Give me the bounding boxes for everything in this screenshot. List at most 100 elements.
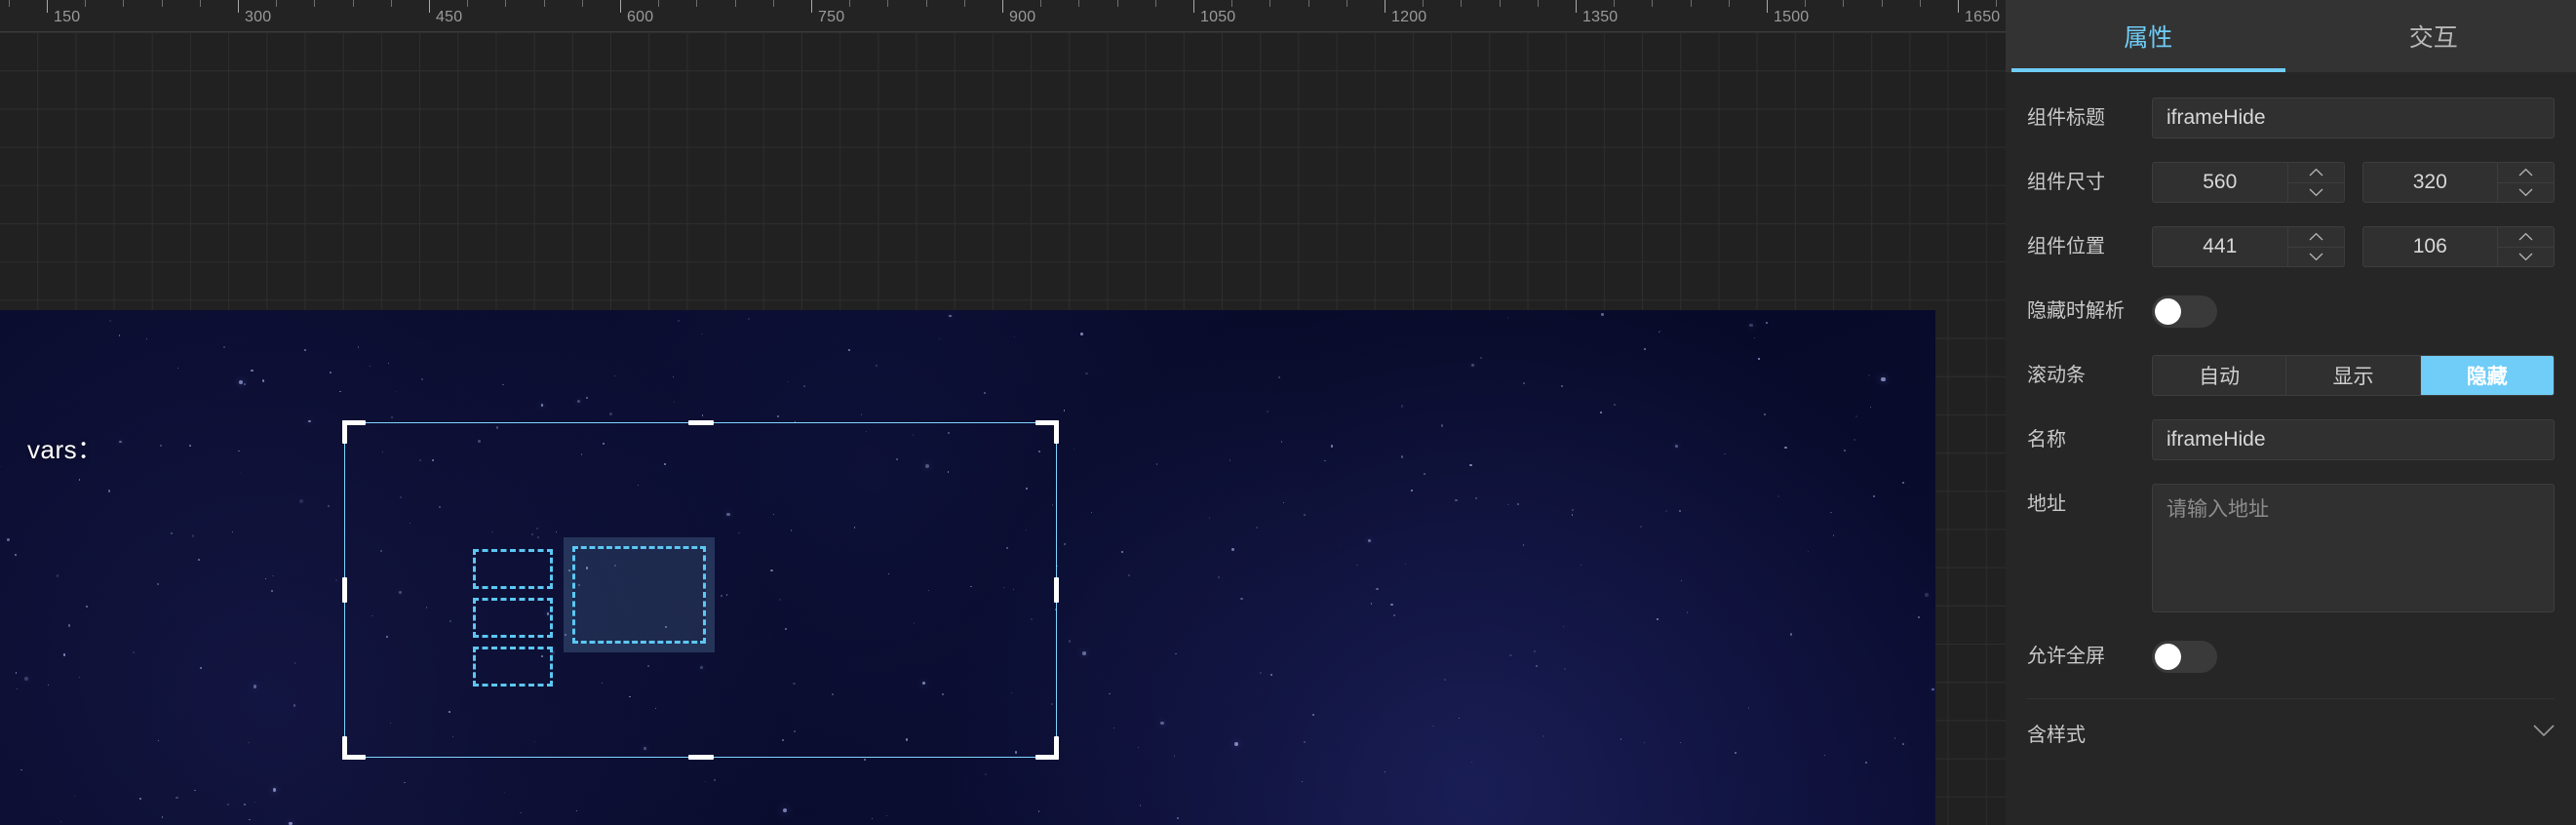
ruler-tick-major xyxy=(238,0,239,13)
ruler-tick-minor xyxy=(123,0,125,7)
property-list: 组件标题 iframeHide 组件尺寸 560 320 组件位置 441 10… xyxy=(2006,98,2576,747)
tab-properties[interactable]: 属性 xyxy=(2006,0,2291,72)
scrollbar-option-show[interactable]: 显示 xyxy=(2285,356,2419,395)
ruler-label: 1350 xyxy=(1582,9,1619,25)
resize-handle-w[interactable] xyxy=(342,577,347,603)
ruler-tick-minor xyxy=(1308,0,1309,7)
component-height-value[interactable]: 320 xyxy=(2363,163,2498,202)
ruler-label: 1200 xyxy=(1391,9,1427,25)
allow-fullscreen-toggle[interactable] xyxy=(2152,641,2217,673)
ruler-tick-minor xyxy=(734,0,736,7)
iframe-preview-dashed-border xyxy=(572,546,706,644)
property-panel: 属性 交互 组件标题 iframeHide 组件尺寸 560 320 组件位置 … xyxy=(2006,0,2576,825)
chevron-down-icon[interactable] xyxy=(2498,246,2554,267)
ruler-tick-minor xyxy=(658,0,660,7)
chevron-up-icon[interactable] xyxy=(2498,227,2554,247)
row-component-position: 组件位置 441 106 xyxy=(2027,226,2555,267)
chevron-down-icon[interactable] xyxy=(2287,181,2344,203)
component-width-value[interactable]: 560 xyxy=(2153,163,2287,202)
ruler-tick-major xyxy=(1385,0,1386,13)
row-parse-when-hidden: 隐藏时解析 xyxy=(2027,291,2555,332)
ruler-tick-minor xyxy=(1078,0,1080,7)
label-address: 地址 xyxy=(2027,493,2066,515)
ruler-tick-minor xyxy=(696,0,698,7)
ruler-label: 150 xyxy=(54,9,81,25)
ruler-tick-major xyxy=(47,0,48,13)
placeholder-block-1[interactable] xyxy=(473,549,553,589)
label-allow-fullscreen: 允许全屏 xyxy=(2027,646,2105,667)
label-component-position: 组件位置 xyxy=(2027,236,2105,257)
ruler-tick-minor xyxy=(963,0,965,7)
placeholder-block-3[interactable] xyxy=(473,647,553,687)
component-width-stepper[interactable]: 560 xyxy=(2152,162,2345,203)
chevron-up-icon[interactable] xyxy=(2498,163,2554,182)
row-with-style[interactable]: 含样式 xyxy=(2027,698,2555,747)
chevron-down-icon[interactable] xyxy=(2533,724,2555,742)
ruler-tick-major xyxy=(429,0,430,13)
resize-handle-e[interactable] xyxy=(1054,577,1059,603)
ruler-tick-major xyxy=(1002,0,1003,13)
iframe-preview-box[interactable] xyxy=(564,537,715,652)
ruler-tick-minor xyxy=(849,0,851,7)
name-input[interactable]: iframeHide xyxy=(2152,419,2555,460)
ruler-tick-minor xyxy=(85,0,87,7)
ruler-tick-minor xyxy=(1614,0,1616,7)
ruler-tick-minor xyxy=(1652,0,1654,7)
component-y-value[interactable]: 106 xyxy=(2363,227,2498,266)
canvas-grid[interactable]: vars： xyxy=(0,32,2006,825)
component-x-value[interactable]: 441 xyxy=(2153,227,2287,266)
resize-handle-se-h[interactable] xyxy=(1035,755,1059,760)
editor-area: 1503004506007509001050120013501500165018… xyxy=(0,0,2006,825)
label-scrollbar: 滚动条 xyxy=(2027,365,2086,386)
ruler-tick-minor xyxy=(390,0,392,7)
horizontal-ruler[interactable]: 1503004506007509001050120013501500165018… xyxy=(0,0,2006,32)
vars-label: vars： xyxy=(27,435,103,464)
scrollbar-segmented-control: 自动 显示 隐藏 xyxy=(2152,355,2555,396)
component-y-arrows xyxy=(2497,227,2554,266)
resize-handle-ne-h[interactable] xyxy=(1035,420,1059,425)
chevron-up-icon[interactable] xyxy=(2288,163,2344,182)
resize-handle-sw-h[interactable] xyxy=(342,755,366,760)
tab-properties-label: 属性 xyxy=(2124,24,2173,52)
ruler-tick-major xyxy=(1576,0,1577,13)
ruler-tick-minor xyxy=(1461,0,1463,7)
address-textarea[interactable]: 请输入地址 xyxy=(2152,484,2555,612)
scrollbar-option-auto[interactable]: 自动 xyxy=(2153,356,2285,395)
resize-handle-n[interactable] xyxy=(687,420,714,425)
ruler-tick-minor xyxy=(1499,0,1501,7)
app-root: 1503004506007509001050120013501500165018… xyxy=(0,0,2576,825)
ruler-label: 1650 xyxy=(1965,9,2001,25)
label-with-style: 含样式 xyxy=(2027,725,2086,746)
ruler-label: 450 xyxy=(436,9,463,25)
panel-tabs: 属性 交互 xyxy=(2006,0,2576,72)
row-component-size: 组件尺寸 560 320 xyxy=(2027,162,2555,203)
placeholder-block-2[interactable] xyxy=(473,598,553,638)
chevron-down-icon[interactable] xyxy=(2498,181,2554,203)
row-allow-fullscreen: 允许全屏 xyxy=(2027,636,2555,677)
ruler-label: 1050 xyxy=(1200,9,1236,25)
component-x-stepper[interactable]: 441 xyxy=(2152,226,2345,267)
ruler-tick-minor xyxy=(8,0,10,7)
resize-handle-s[interactable] xyxy=(687,755,714,760)
ruler-tick-minor xyxy=(1423,0,1425,7)
tab-interactions[interactable]: 交互 xyxy=(2291,0,2576,72)
parse-when-hidden-toggle[interactable] xyxy=(2152,295,2217,328)
component-width-arrows xyxy=(2286,163,2344,203)
component-y-stepper[interactable]: 106 xyxy=(2361,226,2555,267)
resize-handle-nw-h[interactable] xyxy=(342,420,366,425)
component-title-input[interactable]: iframeHide xyxy=(2152,98,2555,138)
ruler-tick-minor xyxy=(1116,0,1118,7)
chevron-up-icon[interactable] xyxy=(2288,227,2344,247)
ruler-tick-minor xyxy=(314,0,316,7)
ruler-tick-minor xyxy=(581,0,583,7)
label-component-size: 组件尺寸 xyxy=(2027,172,2105,193)
ruler-tick-minor xyxy=(161,0,163,7)
row-name: 名称 iframeHide xyxy=(2027,419,2555,460)
chevron-down-icon[interactable] xyxy=(2287,246,2344,267)
ruler-tick-major xyxy=(811,0,812,13)
component-height-stepper[interactable]: 320 xyxy=(2361,162,2555,203)
ruler-tick-minor xyxy=(1537,0,1539,7)
row-address: 地址 请输入地址 xyxy=(2027,484,2555,612)
scrollbar-option-hide[interactable]: 隐藏 xyxy=(2419,356,2554,395)
ruler-tick-minor xyxy=(1843,0,1845,7)
